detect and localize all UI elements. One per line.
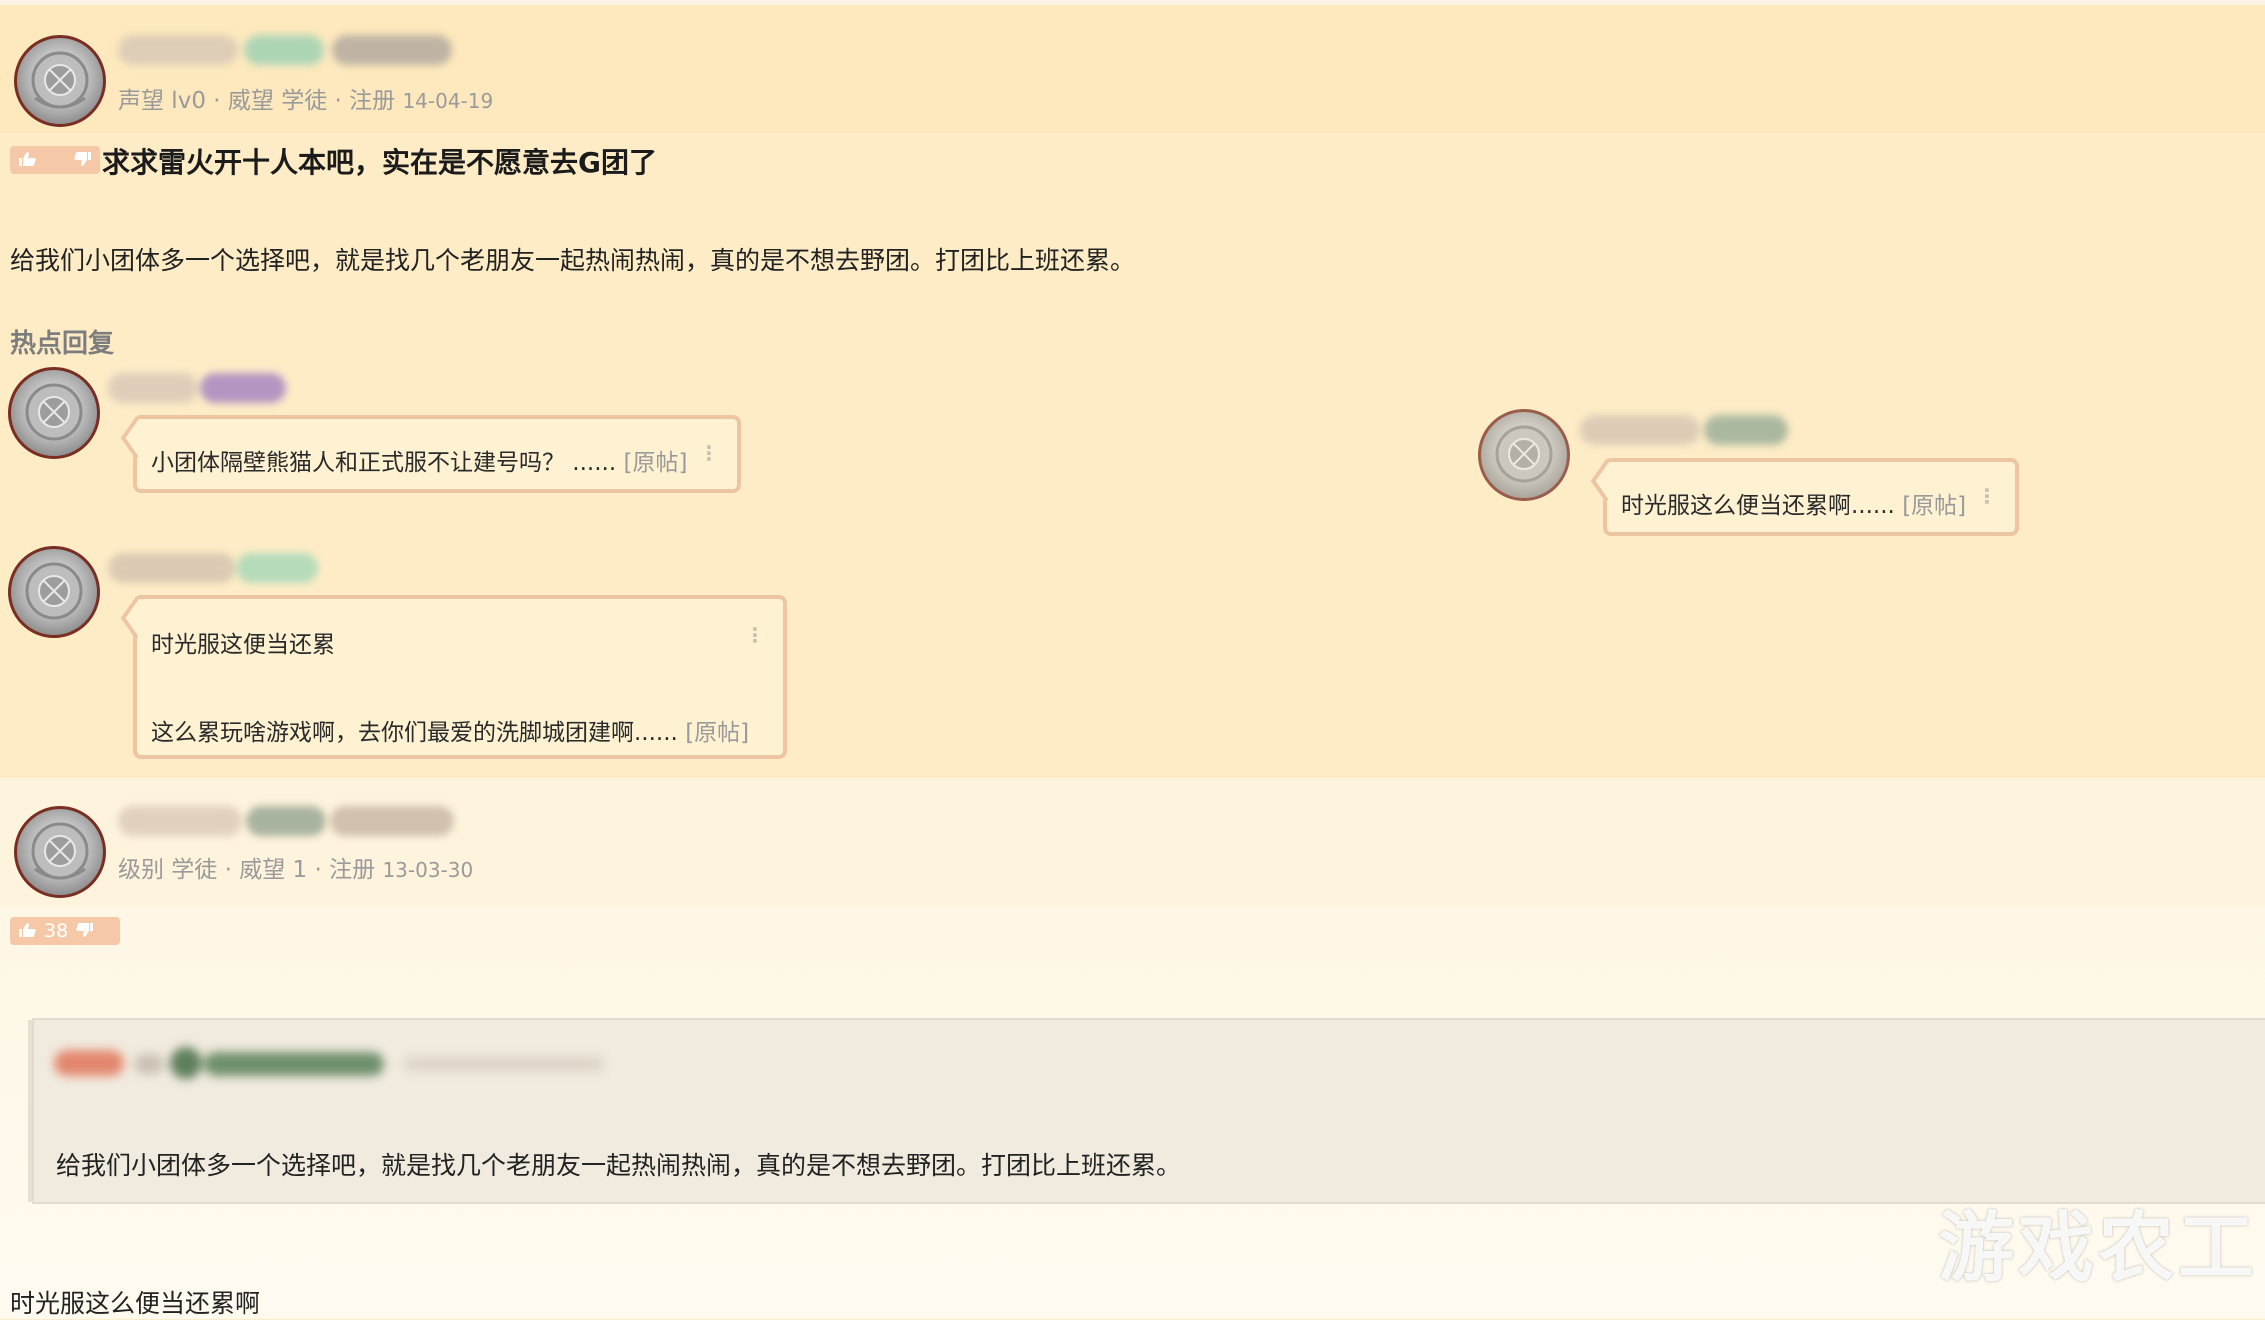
helmet-avatar-icon	[25, 383, 83, 441]
username-blurred[interactable]	[1580, 415, 1700, 445]
helmet-avatar-icon	[25, 562, 83, 620]
helmet-avatar-icon	[31, 51, 89, 109]
avatar[interactable]	[8, 546, 100, 638]
original-post-link[interactable]: [原帖]	[1902, 493, 1966, 519]
quote-block: 给我们小团体多一个选择吧，就是找几个老朋友一起热闹热闹，真的是不想去野团。打团比…	[28, 1018, 2265, 1204]
vote-box	[10, 146, 100, 174]
thumbs-down-icon[interactable]	[74, 151, 92, 170]
vote-count: 38	[44, 920, 69, 942]
username-blurred[interactable]	[118, 35, 238, 65]
user-badge-blurred	[244, 35, 324, 65]
thumbs-down-icon[interactable]	[76, 922, 94, 941]
thread-main-post: 声望 lv0 · 威望 学徒 · 注册 14-04-19 求求雷火开十人本吧，实…	[0, 0, 2265, 778]
user-badge-blurred	[236, 553, 318, 583]
more-options-icon[interactable]: ⋮	[745, 623, 765, 647]
reply-text: 小团体隔壁熊猫人和正式服不让建号吗？ ...... [原帖]	[151, 450, 688, 476]
user-badge-blurred	[246, 806, 326, 836]
avatar[interactable]	[14, 35, 106, 127]
original-post-link[interactable]: [原帖]	[685, 720, 749, 746]
user-tag-blurred	[330, 806, 454, 836]
more-options-icon[interactable]: ⋮	[699, 441, 719, 465]
hot-replies-header: 热点回复	[10, 329, 115, 359]
thumbs-up-icon[interactable]	[18, 922, 36, 941]
vote-box: 38	[10, 917, 120, 945]
quote-author-blurred	[54, 1046, 614, 1080]
reply-author-header: 级别 学徒 · 威望 1 · 注册 13-03-30	[0, 778, 2265, 906]
original-post-link[interactable]: [原帖]	[624, 450, 688, 476]
thumbs-up-icon[interactable]	[18, 151, 36, 170]
author-meta: 级别 学徒 · 威望 1 · 注册 13-03-30	[118, 857, 474, 883]
post-title: 求求雷火开十人本吧，实在是不愿意去G团了	[102, 146, 657, 179]
post-author-header: 声望 lv0 · 威望 学徒 · 注册 14-04-19	[0, 5, 2265, 133]
author-meta: 声望 lv0 · 威望 学徒 · 注册 14-04-19	[118, 88, 494, 114]
reply-text: 时光服这么便当还累啊...... [原帖]	[1621, 493, 1967, 519]
user-tag-blurred	[332, 35, 452, 65]
reply-bubble: 小团体隔壁熊猫人和正式服不让建号吗？ ...... [原帖] ⋮	[133, 415, 741, 493]
post-body: 给我们小团体多一个选择吧，就是找几个老朋友一起热闹热闹，真的是不想去野团。打团比…	[10, 246, 1136, 275]
username-blurred[interactable]	[108, 553, 236, 583]
reply-text: 这么累玩啥游戏啊，去你们最爱的洗脚城团建啊...... [原帖]	[151, 720, 750, 746]
username-blurred[interactable]	[118, 806, 242, 836]
helmet-avatar-icon	[1495, 425, 1553, 483]
reply-content: 时光服这么便当还累啊	[10, 1289, 261, 1318]
reply-bubble: 时光服这么便当还累啊...... [原帖] ⋮	[1603, 458, 2019, 536]
reply-text: 时光服这便当还累	[151, 632, 335, 658]
avatar[interactable]	[14, 806, 106, 898]
watermark-text: 游戏农工	[1938, 1203, 2258, 1292]
reply-bubble: 时光服这便当还累 这么累玩啥游戏啊，去你们最爱的洗脚城团建啊...... [原帖…	[133, 595, 787, 759]
user-badge-blurred	[1704, 415, 1788, 445]
avatar[interactable]	[1478, 409, 1570, 501]
quote-text: 给我们小团体多一个选择吧，就是找几个老朋友一起热闹热闹，真的是不想去野团。打团比…	[56, 1151, 1182, 1180]
helmet-avatar-icon	[31, 822, 89, 880]
more-options-icon[interactable]: ⋮	[1977, 484, 1997, 508]
user-badge-blurred	[200, 373, 286, 403]
avatar[interactable]	[8, 367, 100, 459]
username-blurred[interactable]	[108, 373, 198, 403]
